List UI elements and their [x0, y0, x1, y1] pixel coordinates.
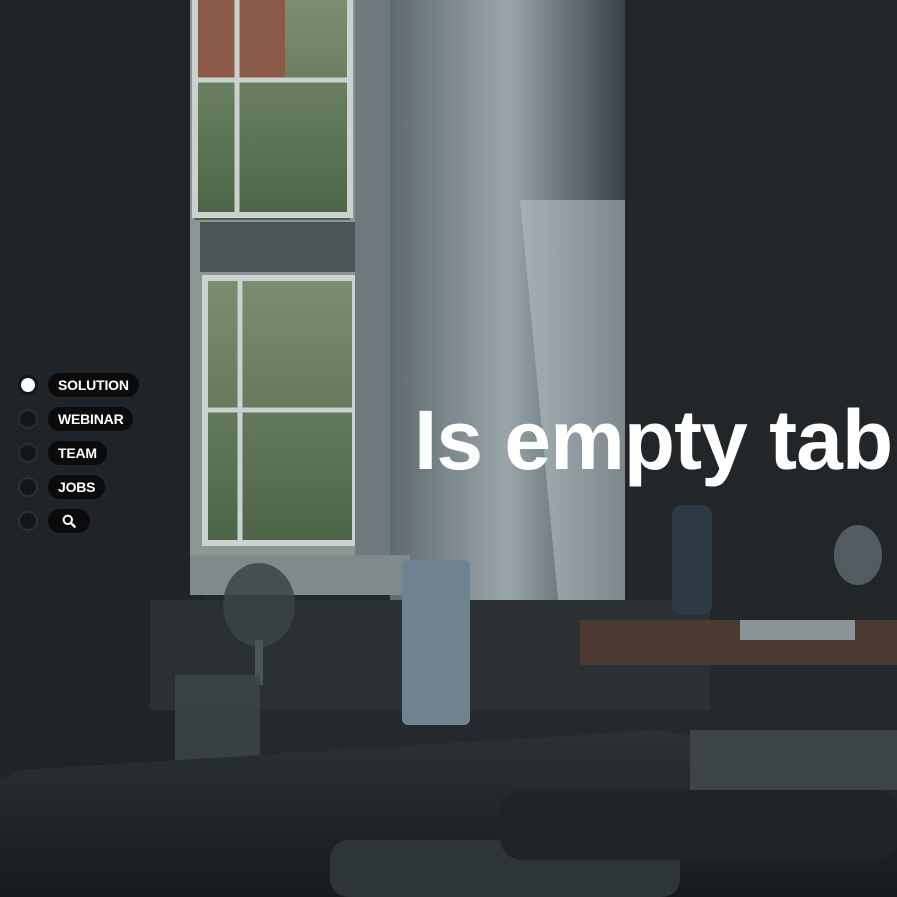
nav-item-solution[interactable]: SOLUTION	[18, 373, 139, 397]
nav-label-webinar[interactable]: WEBINAR	[48, 407, 134, 431]
nav-item-jobs[interactable]: JOBS	[18, 475, 139, 499]
nav-label-jobs[interactable]: JOBS	[48, 475, 106, 499]
hero-headline: Is empty tab	[414, 393, 893, 487]
nav-dot-indicator[interactable]	[18, 477, 38, 497]
nav-dot-indicator[interactable]	[18, 511, 38, 531]
nav-dot-active-indicator[interactable]	[18, 375, 38, 395]
nav-item-search[interactable]	[18, 509, 139, 533]
nav-label-solution[interactable]: SOLUTION	[48, 373, 139, 397]
nav-item-webinar[interactable]: WEBINAR	[18, 407, 139, 431]
nav-item-team[interactable]: TEAM	[18, 441, 139, 465]
nav-label-team[interactable]: TEAM	[48, 441, 107, 465]
search-button[interactable]	[48, 509, 90, 533]
side-dot-navigation: SOLUTION WEBINAR TEAM JOBS	[18, 373, 139, 533]
nav-dot-indicator[interactable]	[18, 443, 38, 463]
search-icon	[62, 514, 76, 528]
nav-dot-indicator[interactable]	[18, 409, 38, 429]
